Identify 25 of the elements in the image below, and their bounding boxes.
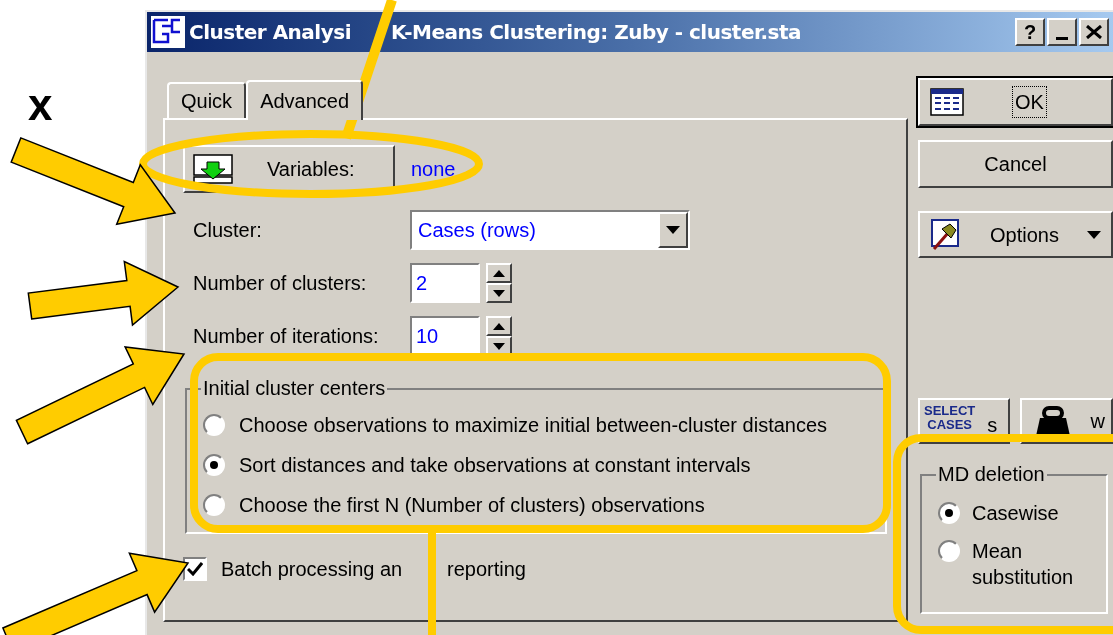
variables-value: none xyxy=(411,157,456,182)
radio-label: Choose the first N (Number of clusters) observations xyxy=(239,493,705,518)
radio-label: Choose observations to maximize initial between-cluster distances xyxy=(239,413,828,438)
checkbox-label: Batch processing an xyxy=(221,557,404,582)
window-title: K-Means Clustering: Zuby - cluster.sta xyxy=(391,19,802,46)
variables-button[interactable]: Variables: xyxy=(183,145,395,193)
radio-label: Mean substitution xyxy=(972,539,1075,590)
field-label: Number of clusters: xyxy=(193,271,368,296)
radio-label: Sort distances and take observations at constant intervals xyxy=(239,453,751,478)
dropdown-field[interactable]: Cases (rows) xyxy=(410,210,690,250)
checkbox-label: reporting xyxy=(447,557,526,582)
field-label: Number of iterations: xyxy=(193,324,380,349)
field-label: Cluster: xyxy=(193,218,263,243)
slide-text: x xyxy=(28,79,53,131)
tab[interactable]: Advanced xyxy=(246,80,364,120)
help-button[interactable]: ? xyxy=(1015,18,1045,46)
number-field[interactable]: 2 xyxy=(410,263,480,303)
cancel-button[interactable]: Cancel xyxy=(918,140,1113,188)
window-title: Cluster Analysi xyxy=(189,19,351,46)
number-field[interactable]: 10 xyxy=(410,316,480,356)
tab[interactable]: Quick xyxy=(167,82,247,118)
select-cases-icon: SELECT CASES xyxy=(924,404,976,432)
radio-label: Casewise xyxy=(972,501,1060,526)
options-button[interactable]: Options xyxy=(918,211,1113,258)
ok-button[interactable]: OK xyxy=(918,78,1113,126)
